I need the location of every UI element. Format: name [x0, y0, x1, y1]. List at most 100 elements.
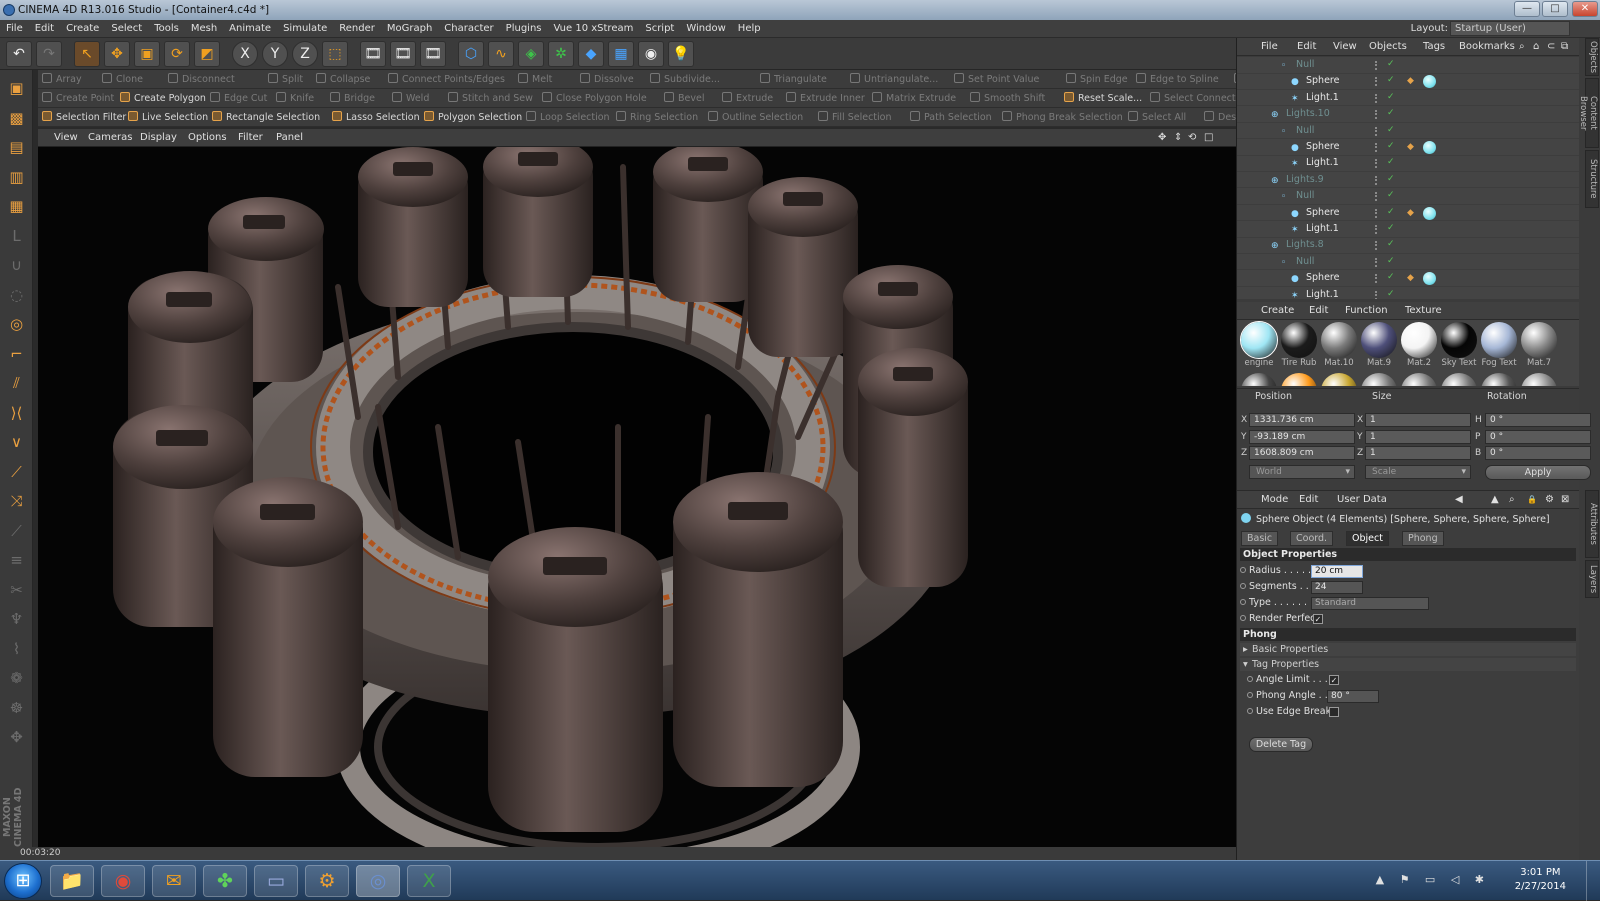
command-bevel[interactable]: Bevel: [664, 91, 704, 106]
menu-mesh[interactable]: Mesh: [185, 20, 223, 38]
object-row[interactable]: ✶ Light.1 ✓: [1237, 155, 1579, 172]
object-row[interactable]: ⊕ Lights.9 ✓: [1237, 172, 1579, 189]
menu-select[interactable]: Select: [105, 20, 148, 38]
texture-tag-icon[interactable]: ◆: [1407, 273, 1417, 283]
undo-icon[interactable]: ↶: [6, 41, 32, 67]
material-item[interactable]: engine: [1240, 321, 1278, 369]
tool-icon-10[interactable]: ⌐: [3, 342, 30, 367]
home-icon[interactable]: ⌂: [1533, 38, 1539, 56]
rotation-p-field[interactable]: 0 °: [1485, 429, 1591, 444]
viewport-zoom-icon[interactable]: ⇕: [1174, 129, 1182, 147]
enabled-check-icon[interactable]: ✓: [1387, 60, 1395, 69]
search-icon[interactable]: ⌕: [1519, 38, 1525, 56]
material-item[interactable]: Sky Text: [1440, 322, 1478, 369]
minimize-button[interactable]: —: [1514, 1, 1540, 17]
basic-properties-group[interactable]: ▸ Basic Properties: [1240, 643, 1576, 656]
command-close-polygon-hole[interactable]: Close Polygon Hole: [542, 91, 647, 106]
enabled-check-icon[interactable]: ✓: [1387, 92, 1395, 101]
command-outline-selection[interactable]: Outline Selection: [708, 110, 803, 125]
taskbar-chrome-icon[interactable]: ◉: [101, 865, 145, 897]
taskbar-cinema4d-icon[interactable]: ◎: [356, 865, 400, 897]
enabled-check-icon[interactable]: ✓: [1387, 142, 1395, 151]
tool-icon-11[interactable]: ⫽: [3, 371, 30, 396]
scale-tool-icon[interactable]: ▣: [134, 41, 160, 67]
object-menu-view[interactable]: View: [1333, 38, 1357, 56]
rotation-b-field[interactable]: 0 °: [1485, 446, 1591, 460]
taskbar-outlook-icon[interactable]: ✉: [152, 865, 196, 897]
scale-dropdown[interactable]: Scale: [1365, 465, 1471, 479]
spline-icon[interactable]: ∿: [488, 41, 514, 67]
visibility-dots-icon[interactable]: [1375, 192, 1380, 202]
object-row[interactable]: ● Sphere ✓ ◆: [1237, 205, 1579, 222]
tool-icon-16[interactable]: ⟋: [3, 519, 30, 544]
command-spin-edge[interactable]: Spin Edge: [1066, 72, 1128, 87]
world-dropdown[interactable]: World: [1249, 465, 1355, 479]
visibility-dots-icon[interactable]: [1375, 225, 1380, 234]
texture-tag-icon[interactable]: ◆: [1407, 208, 1417, 218]
object-menu-objects[interactable]: Objects: [1369, 38, 1407, 56]
show-desktop-button[interactable]: [1586, 861, 1600, 901]
3d-viewport[interactable]: [38, 147, 1236, 847]
render-view-icon[interactable]: 🎞: [360, 41, 386, 67]
delete-tag-button[interactable]: Delete Tag: [1249, 737, 1313, 752]
taskbar-settings-icon[interactable]: ⚙: [305, 865, 349, 897]
visibility-dots-icon[interactable]: [1375, 93, 1380, 103]
light-icon[interactable]: 💡: [668, 41, 694, 67]
y-axis-lock-icon[interactable]: Y: [262, 41, 288, 67]
tab-object[interactable]: Object: [1346, 531, 1389, 546]
material-menu-edit[interactable]: Edit: [1309, 302, 1328, 320]
z-axis-lock-icon[interactable]: Z: [292, 41, 318, 67]
command-bridge[interactable]: Bridge: [330, 91, 375, 106]
tool-icon-6[interactable]: L: [3, 224, 30, 249]
side-tab-structure[interactable]: Structure: [1585, 150, 1599, 208]
tool-icon-2[interactable]: ▩: [3, 106, 30, 131]
command-selection-filter[interactable]: Selection Filter: [42, 110, 126, 125]
command-weld[interactable]: Weld: [392, 91, 429, 106]
viewport-move-icon[interactable]: ✥: [1158, 129, 1166, 147]
visibility-dots-icon[interactable]: [1375, 143, 1380, 152]
menu-render[interactable]: Render: [333, 20, 381, 38]
menu-mograph[interactable]: MoGraph: [381, 20, 438, 38]
command-array[interactable]: Array: [42, 72, 82, 87]
object-row[interactable]: ✶ Light.1 ✓: [1237, 90, 1579, 107]
search-icon[interactable]: ⌕: [1509, 491, 1515, 509]
command-split[interactable]: Split: [268, 72, 303, 87]
command-smooth-shift[interactable]: Smooth Shift: [970, 91, 1045, 106]
position-x-field[interactable]: 1331.736 cm: [1249, 413, 1355, 427]
material-menu-function[interactable]: Function: [1345, 302, 1388, 320]
enabled-check-icon[interactable]: ✓: [1387, 256, 1395, 265]
size-x-field[interactable]: 1: [1365, 413, 1471, 427]
taskbar-clover-icon[interactable]: ✤: [203, 865, 247, 897]
command-polygon-selection[interactable]: Polygon Selection: [424, 110, 522, 125]
menu-animate[interactable]: Animate: [223, 20, 277, 38]
render-picture-viewer-icon[interactable]: 🎞: [390, 41, 416, 67]
visibility-dots-icon[interactable]: [1375, 110, 1380, 120]
enabled-check-icon[interactable]: ✓: [1387, 76, 1395, 85]
object-row[interactable]: ◦ Null ✓: [1237, 254, 1579, 271]
visibility-dots-icon[interactable]: [1375, 274, 1380, 284]
menu-window[interactable]: Window: [680, 20, 731, 38]
command-lasso-selection[interactable]: Lasso Selection: [332, 110, 420, 125]
object-menu-tags[interactable]: Tags: [1423, 38, 1445, 56]
material-preview[interactable]: [1401, 373, 1437, 386]
command-select-all[interactable]: Select All: [1128, 110, 1186, 125]
tool-icon-5[interactable]: ▦: [3, 194, 30, 219]
command-rectangle-selection[interactable]: Rectangle Selection: [212, 110, 320, 125]
layout-dropdown[interactable]: Startup (User): [1450, 21, 1570, 36]
object-row[interactable]: ● Sphere ✓ ◆: [1237, 73, 1579, 90]
tool-icon-22[interactable]: ☸: [3, 696, 30, 721]
new-window-icon[interactable]: ⧉: [1561, 38, 1568, 56]
tool-icon-15[interactable]: ⤨: [3, 489, 30, 514]
command-create-point[interactable]: Create Point: [42, 91, 114, 106]
enabled-check-icon[interactable]: ✓: [1387, 240, 1395, 249]
material-preview[interactable]: [1481, 373, 1517, 386]
command-edge-to-spline[interactable]: Edge to Spline: [1136, 72, 1219, 87]
cube-primitive-icon[interactable]: ⬡: [458, 41, 484, 67]
material-tag-icon[interactable]: [1423, 141, 1436, 154]
command-triangulate[interactable]: Triangulate: [760, 72, 827, 87]
command-untriangulate[interactable]: Untriangulate...: [850, 72, 938, 87]
edge-breaks-checkbox[interactable]: [1329, 707, 1339, 717]
clock[interactable]: 3:01 PM 2/27/2014: [1515, 866, 1566, 894]
back-icon[interactable]: ◀: [1455, 491, 1463, 509]
x-axis-lock-icon[interactable]: X: [232, 41, 258, 67]
